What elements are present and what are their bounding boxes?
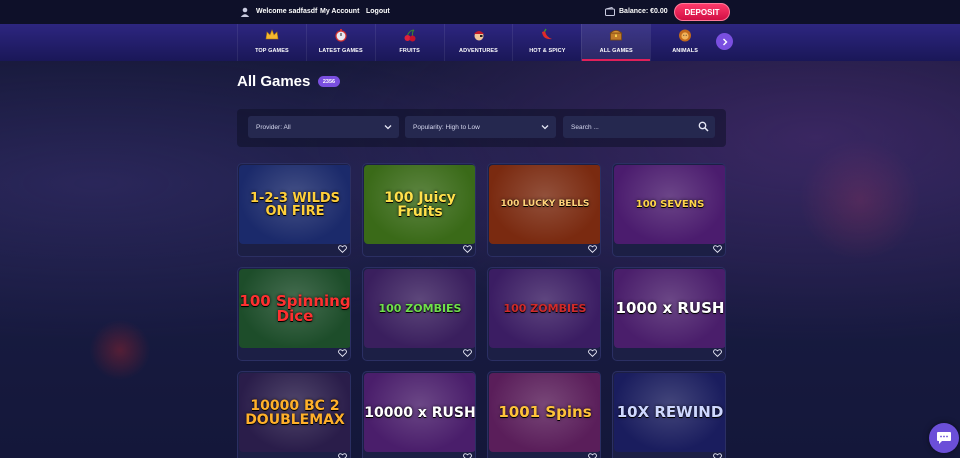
game-thumbnail[interactable]: 100 Spinning Dice (239, 269, 351, 348)
top-bar: Welcome sadfasdf My Account Logout Balan… (0, 0, 960, 24)
game-thumbnail[interactable]: 10X REWIND (614, 373, 725, 452)
game-title: 1-2-3 WILDS ON FIRE (249, 190, 341, 219)
welcome-text: Welcome sadfasdf (256, 8, 318, 15)
tab-adventures[interactable]: ADVENTURES (443, 24, 513, 61)
heart-icon[interactable] (713, 349, 722, 357)
chevron-down-icon (541, 125, 549, 130)
heart-icon[interactable] (463, 349, 472, 357)
game-thumbnail[interactable]: 100 Juicy Fruits (364, 165, 475, 244)
filter-bar: Provider: All Popularity: High to Low Se… (237, 109, 726, 147)
category-nav: TOP GAMES LATEST GAMES FRUITS ADVENTURES HOT… (0, 24, 960, 61)
game-title: 1001 Spins (498, 403, 592, 421)
game-card[interactable]: 1000 x RUSH (612, 267, 726, 361)
game-title: 10000 BC 2 DOUBLEMAX (245, 397, 345, 428)
my-account-link[interactable]: My Account (320, 8, 359, 15)
game-title: 10000 x RUSH (364, 404, 476, 421)
game-card[interactable]: 100 LUCKY BELLS (487, 163, 601, 257)
game-card[interactable]: 10000 BC 2 DOUBLEMAX (237, 371, 351, 458)
heart-icon[interactable] (463, 245, 472, 253)
search-icon[interactable] (698, 121, 709, 132)
tab-label: HOT & SPICY (529, 48, 566, 54)
wallet-icon (605, 7, 615, 16)
heart-icon[interactable] (463, 453, 472, 458)
chevron-down-icon (384, 125, 392, 130)
tab-top-games[interactable]: TOP GAMES (237, 24, 306, 61)
game-card[interactable]: 100 SEVENS (612, 163, 726, 257)
logout-link[interactable]: Logout (366, 8, 390, 15)
game-thumbnail[interactable]: 1-2-3 WILDS ON FIRE (239, 165, 350, 244)
game-thumbnail[interactable]: 1001 Spins (489, 373, 600, 452)
lion-icon (679, 29, 692, 42)
pirate-icon (473, 31, 484, 41)
game-thumbnail[interactable]: 1000 x RUSH (614, 269, 725, 348)
cherry-icon (404, 29, 416, 42)
heart-icon[interactable] (713, 245, 722, 253)
tab-label: ALL GAMES (599, 48, 633, 54)
tab-all-games[interactable]: ALL GAMES (581, 24, 651, 61)
stopwatch-icon (335, 29, 347, 42)
heart-icon[interactable] (338, 245, 347, 253)
heart-icon[interactable] (588, 453, 597, 458)
game-card[interactable]: 1-2-3 WILDS ON FIRE (237, 163, 351, 257)
tab-hot-spicy[interactable]: HOT & SPICY (512, 24, 581, 61)
user-icon (240, 7, 250, 17)
game-card[interactable]: 100 Spinning Dice (237, 267, 351, 361)
chat-button[interactable] (929, 423, 959, 453)
game-title: 100 SEVENS (635, 198, 705, 210)
heart-icon[interactable] (588, 349, 597, 357)
game-title: 100 ZOMBIES (378, 302, 462, 315)
game-title: 1000 x RUSH (615, 299, 725, 317)
game-thumbnail[interactable]: 100 SEVENS (614, 165, 725, 244)
tab-label: TOP GAMES (255, 48, 289, 54)
next-categories-button[interactable] (716, 33, 733, 50)
game-card[interactable]: 10000 x RUSH (362, 371, 476, 458)
heart-icon[interactable] (588, 245, 597, 253)
treasure-chest-icon (609, 30, 623, 41)
chat-icon (937, 432, 951, 444)
provider-select-value: Provider: All (256, 123, 291, 131)
tab-label: LATEST GAMES (318, 48, 363, 54)
chevron-right-icon (722, 38, 727, 45)
chili-icon (542, 28, 553, 40)
sort-select[interactable]: Popularity: High to Low (405, 116, 556, 138)
search-input[interactable]: Search ... (563, 116, 715, 138)
tab-latest-games[interactable]: LATEST GAMES (305, 24, 375, 61)
game-card[interactable]: 100 ZOMBIES (487, 267, 601, 361)
game-title: 100 LUCKY BELLS (500, 199, 590, 209)
game-card[interactable]: 1001 Spins (487, 371, 601, 458)
game-title: 100 ZOMBIES (503, 302, 587, 315)
heart-icon[interactable] (713, 453, 722, 458)
deposit-button[interactable]: DEPOSIT (674, 3, 730, 21)
game-thumbnail[interactable]: 10000 BC 2 DOUBLEMAX (239, 373, 350, 452)
game-thumbnail[interactable]: 100 LUCKY BELLS (489, 165, 600, 244)
heart-icon[interactable] (338, 453, 347, 458)
heart-icon[interactable] (338, 349, 347, 357)
game-title: 100 Spinning Dice (239, 291, 351, 325)
page-title: All Games (237, 73, 311, 90)
search-placeholder: Search ... (571, 123, 599, 131)
tab-label: FRUITS (399, 48, 420, 54)
provider-select[interactable]: Provider: All (248, 116, 399, 138)
game-title: 10X REWIND (616, 403, 724, 421)
crown-icon (265, 29, 279, 40)
sort-select-value: Popularity: High to Low (413, 123, 480, 131)
games-count-badge: 2356 (318, 76, 340, 87)
game-card[interactable]: 100 ZOMBIES (362, 267, 476, 361)
game-card[interactable]: 10X REWIND (612, 371, 726, 458)
tab-animals[interactable]: ANIMALS (650, 24, 719, 61)
balance-text: Balance: €0.00 (619, 8, 668, 15)
game-thumbnail[interactable]: 10000 x RUSH (364, 373, 476, 452)
game-thumbnail[interactable]: 100 ZOMBIES (489, 269, 600, 348)
tab-label: ADVENTURES (459, 48, 498, 54)
game-card[interactable]: 100 Juicy Fruits (362, 163, 476, 257)
game-title: 100 Juicy Fruits (384, 189, 456, 220)
game-thumbnail[interactable]: 100 ZOMBIES (364, 269, 475, 348)
tab-fruits[interactable]: FRUITS (374, 24, 444, 61)
tab-label: ANIMALS (672, 48, 698, 54)
